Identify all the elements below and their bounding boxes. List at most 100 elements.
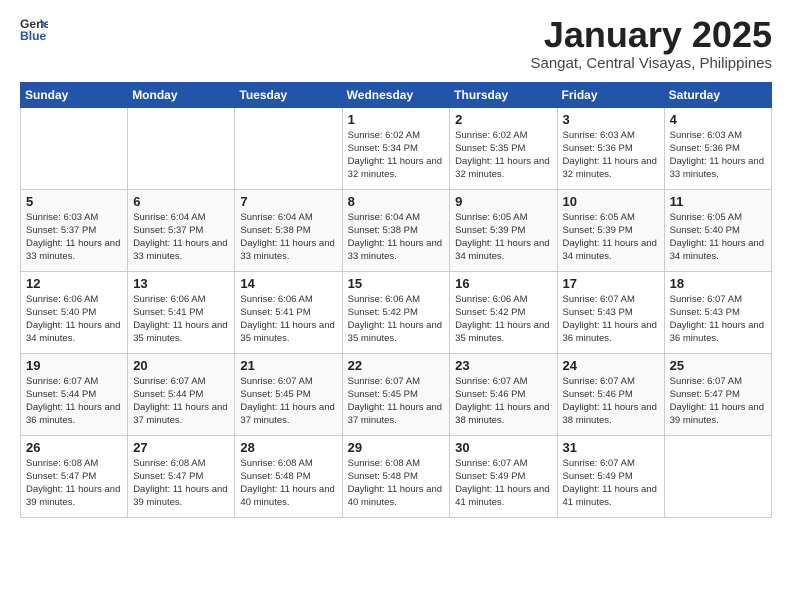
day-number: 14 [240, 276, 336, 291]
day-number: 13 [133, 276, 229, 291]
calendar-cell: 19Sunrise: 6:07 AM Sunset: 5:44 PM Dayli… [21, 353, 128, 435]
weekday-header-sunday: Sunday [21, 82, 128, 107]
day-info: Sunrise: 6:06 AM Sunset: 5:42 PM Dayligh… [455, 293, 551, 346]
title-section: January 2025 Sangat, Central Visayas, Ph… [530, 15, 772, 72]
calendar-cell: 16 Sunrise: 6:06 AM Sunset: 5:42 PM Dayli… [450, 271, 557, 353]
day-info: Sunrise: 6:05 AM Sunset: 5:39 PM Dayligh… [455, 211, 551, 264]
calendar-week-1: 1 Sunrise: 6:02 AM Sunset: 5:34 PM Daylig… [21, 107, 772, 189]
calendar-cell: 14 Sunrise: 6:06 AM Sunset: 5:41 PM Dayli… [235, 271, 342, 353]
day-number: 6 [133, 194, 229, 209]
day-number: 7 [240, 194, 336, 209]
calendar-cell: 23 Sunrise: 6:07 AM Sunset: 5:46 PM Dayli… [450, 353, 557, 435]
calendar-cell [235, 107, 342, 189]
calendar-cell: 29Sunrise: 6:08 AM Sunset: 5:48 PM Dayli… [342, 435, 450, 517]
calendar-cell: 7 Sunrise: 6:04 AM Sunset: 5:38 PM Daylig… [235, 189, 342, 271]
day-number: 31 [563, 440, 659, 455]
day-number: 24 [563, 358, 659, 373]
day-number: 2 [455, 112, 551, 127]
day-number: 17 [563, 276, 659, 291]
calendar-cell: 13 Sunrise: 6:06 AM Sunset: 5:41 PM Dayli… [128, 271, 235, 353]
calendar-cell: 24 Sunrise: 6:07 AM Sunset: 5:46 PM Dayli… [557, 353, 664, 435]
logo-icon: General Blue [20, 15, 48, 43]
calendar-cell: 26 Sunrise: 6:08 AM Sunset: 5:47 PM Dayli… [21, 435, 128, 517]
day-number: 4 [670, 112, 766, 127]
svg-text:Blue: Blue [20, 29, 47, 43]
month-title: January 2025 [530, 15, 772, 55]
day-info: Sunrise: 6:07 AM Sunset: 5:46 PM Dayligh… [455, 375, 551, 428]
day-info: Sunrise: 6:06 AM Sunset: 5:41 PM Dayligh… [240, 293, 336, 346]
day-number: 3 [563, 112, 659, 127]
day-info: Sunrise: 6:03 AM Sunset: 5:37 PM Dayligh… [26, 211, 122, 264]
location-title: Sangat, Central Visayas, Philippines [530, 55, 772, 72]
day-info: Sunrise: 6:05 AM Sunset: 5:40 PM Dayligh… [670, 211, 766, 264]
calendar-cell: 9Sunrise: 6:05 AM Sunset: 5:39 PM Daylig… [450, 189, 557, 271]
day-info: Sunrise: 6:07 AM Sunset: 5:46 PM Dayligh… [563, 375, 659, 428]
day-info: Sunrise: 6:07 AM Sunset: 5:45 PM Dayligh… [348, 375, 445, 428]
day-info: Sunrise: 6:07 AM Sunset: 5:49 PM Dayligh… [455, 457, 551, 510]
calendar-cell: 10Sunrise: 6:05 AM Sunset: 5:39 PM Dayli… [557, 189, 664, 271]
calendar-week-2: 5 Sunrise: 6:03 AM Sunset: 5:37 PM Daylig… [21, 189, 772, 271]
calendar-cell: 8 Sunrise: 6:04 AM Sunset: 5:38 PM Daylig… [342, 189, 450, 271]
day-info: Sunrise: 6:08 AM Sunset: 5:48 PM Dayligh… [240, 457, 336, 510]
day-number: 30 [455, 440, 551, 455]
calendar-cell: 30 Sunrise: 6:07 AM Sunset: 5:49 PM Dayli… [450, 435, 557, 517]
weekday-header-wednesday: Wednesday [342, 82, 450, 107]
day-number: 5 [26, 194, 122, 209]
calendar-cell: 5 Sunrise: 6:03 AM Sunset: 5:37 PM Daylig… [21, 189, 128, 271]
day-number: 29 [348, 440, 445, 455]
weekday-header-row: SundayMondayTuesdayWednesdayThursdayFrid… [21, 82, 772, 107]
day-info: Sunrise: 6:02 AM Sunset: 5:34 PM Dayligh… [348, 129, 445, 182]
day-info: Sunrise: 6:07 AM Sunset: 5:43 PM Dayligh… [670, 293, 766, 346]
day-info: Sunrise: 6:05 AM Sunset: 5:39 PM Dayligh… [563, 211, 659, 264]
day-info: Sunrise: 6:08 AM Sunset: 5:47 PM Dayligh… [26, 457, 122, 510]
calendar-week-4: 19Sunrise: 6:07 AM Sunset: 5:44 PM Dayli… [21, 353, 772, 435]
calendar-week-3: 12Sunrise: 6:06 AM Sunset: 5:40 PM Dayli… [21, 271, 772, 353]
calendar-cell: 1 Sunrise: 6:02 AM Sunset: 5:34 PM Daylig… [342, 107, 450, 189]
day-number: 16 [455, 276, 551, 291]
day-number: 1 [348, 112, 445, 127]
day-number: 18 [670, 276, 766, 291]
page-container: General Blue January 2025 Sangat, Centra… [0, 0, 792, 528]
calendar-cell: 22 Sunrise: 6:07 AM Sunset: 5:45 PM Dayli… [342, 353, 450, 435]
calendar-cell: 15Sunrise: 6:06 AM Sunset: 5:42 PM Dayli… [342, 271, 450, 353]
weekday-header-thursday: Thursday [450, 82, 557, 107]
calendar-cell [664, 435, 771, 517]
day-info: Sunrise: 6:06 AM Sunset: 5:40 PM Dayligh… [26, 293, 122, 346]
day-info: Sunrise: 6:07 AM Sunset: 5:44 PM Dayligh… [133, 375, 229, 428]
day-number: 11 [670, 194, 766, 209]
day-info: Sunrise: 6:03 AM Sunset: 5:36 PM Dayligh… [670, 129, 766, 182]
day-number: 26 [26, 440, 122, 455]
calendar-cell: 25Sunrise: 6:07 AM Sunset: 5:47 PM Dayli… [664, 353, 771, 435]
weekday-header-friday: Friday [557, 82, 664, 107]
day-number: 8 [348, 194, 445, 209]
weekday-header-monday: Monday [128, 82, 235, 107]
day-number: 22 [348, 358, 445, 373]
header: General Blue January 2025 Sangat, Centra… [20, 15, 772, 72]
calendar-cell: 17 Sunrise: 6:07 AM Sunset: 5:43 PM Dayli… [557, 271, 664, 353]
day-info: Sunrise: 6:03 AM Sunset: 5:36 PM Dayligh… [563, 129, 659, 182]
calendar-cell [128, 107, 235, 189]
day-info: Sunrise: 6:04 AM Sunset: 5:37 PM Dayligh… [133, 211, 229, 264]
day-number: 21 [240, 358, 336, 373]
logo: General Blue [20, 15, 48, 43]
weekday-header-tuesday: Tuesday [235, 82, 342, 107]
day-number: 23 [455, 358, 551, 373]
calendar-cell: 3 Sunrise: 6:03 AM Sunset: 5:36 PM Daylig… [557, 107, 664, 189]
calendar-cell: 2 Sunrise: 6:02 AM Sunset: 5:35 PM Daylig… [450, 107, 557, 189]
calendar-table: SundayMondayTuesdayWednesdayThursdayFrid… [20, 82, 772, 518]
day-info: Sunrise: 6:06 AM Sunset: 5:41 PM Dayligh… [133, 293, 229, 346]
day-info: Sunrise: 6:04 AM Sunset: 5:38 PM Dayligh… [348, 211, 445, 264]
day-info: Sunrise: 6:02 AM Sunset: 5:35 PM Dayligh… [455, 129, 551, 182]
calendar-cell: 4 Sunrise: 6:03 AM Sunset: 5:36 PM Daylig… [664, 107, 771, 189]
calendar-cell: 28 Sunrise: 6:08 AM Sunset: 5:48 PM Dayli… [235, 435, 342, 517]
weekday-header-saturday: Saturday [664, 82, 771, 107]
day-info: Sunrise: 6:04 AM Sunset: 5:38 PM Dayligh… [240, 211, 336, 264]
calendar-cell: 20Sunrise: 6:07 AM Sunset: 5:44 PM Dayli… [128, 353, 235, 435]
day-info: Sunrise: 6:07 AM Sunset: 5:47 PM Dayligh… [670, 375, 766, 428]
calendar-cell: 27Sunrise: 6:08 AM Sunset: 5:47 PM Dayli… [128, 435, 235, 517]
day-number: 28 [240, 440, 336, 455]
day-info: Sunrise: 6:07 AM Sunset: 5:49 PM Dayligh… [563, 457, 659, 510]
calendar-week-5: 26 Sunrise: 6:08 AM Sunset: 5:47 PM Dayli… [21, 435, 772, 517]
calendar-cell: 21Sunrise: 6:07 AM Sunset: 5:45 PM Dayli… [235, 353, 342, 435]
day-info: Sunrise: 6:07 AM Sunset: 5:43 PM Dayligh… [563, 293, 659, 346]
